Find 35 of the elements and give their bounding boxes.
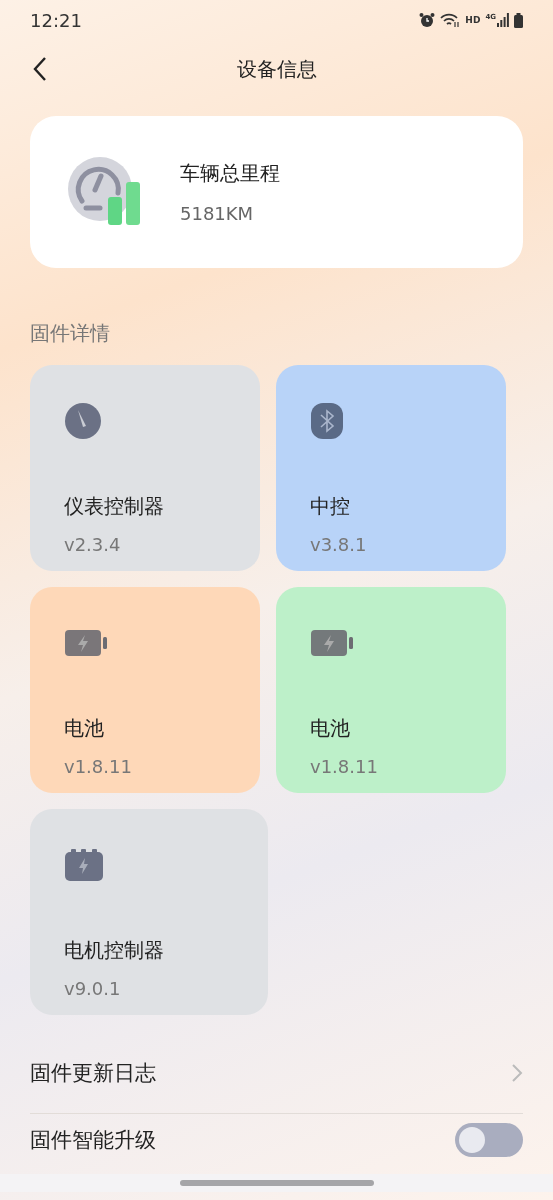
mileage-value: 5181KM (180, 203, 255, 224)
firmware-name: 电池 (310, 715, 351, 742)
firmware-card[interactable]: 仪表控制器 v2.3.4 (30, 365, 260, 571)
page-title: 设备信息 (236, 55, 317, 83)
firmware-card[interactable]: 电池 v1.8.11 (30, 587, 260, 793)
network-label: HD (465, 15, 481, 25)
signal-icon (497, 13, 509, 27)
firmware-card[interactable]: 电机控制器 v9.0.1 (30, 809, 268, 1015)
firmware-name: 中控 (310, 493, 351, 520)
status-time: 12:21 (30, 9, 82, 31)
firmware-version: v3.8.1 (310, 534, 368, 555)
section-heading: 固件详情 (30, 320, 111, 347)
gauge-icon (64, 402, 102, 440)
alarm-clock-icon (419, 12, 436, 28)
firmware-version: v1.8.11 (64, 756, 133, 777)
mileage-label: 车辆总里程 (180, 160, 280, 187)
firmware-name: 仪表控制器 (64, 493, 165, 520)
battery-status-icon (514, 12, 523, 28)
wifi-icon (440, 12, 461, 28)
battery-icon (310, 629, 354, 657)
firmware-name: 电池 (64, 715, 105, 742)
firmware-name: 电机控制器 (64, 937, 165, 964)
motor-icon (64, 848, 104, 882)
bluetooth-icon (310, 402, 344, 440)
setting-label: 固件更新日志 (30, 1060, 156, 1087)
firmware-version: v1.8.11 (310, 756, 379, 777)
firmware-version: v9.0.1 (64, 978, 122, 999)
firmware-card[interactable]: 中控 v3.8.1 (276, 365, 506, 571)
firmware-card[interactable]: 电池 v1.8.11 (276, 587, 506, 793)
firmware-version: v2.3.4 (64, 534, 122, 555)
home-indicator[interactable] (179, 1180, 374, 1186)
chevron-right-icon[interactable] (511, 1063, 523, 1083)
setting-label: 固件智能升级 (30, 1127, 156, 1154)
toggle-switch[interactable] (455, 1123, 523, 1157)
battery-icon (64, 629, 108, 657)
